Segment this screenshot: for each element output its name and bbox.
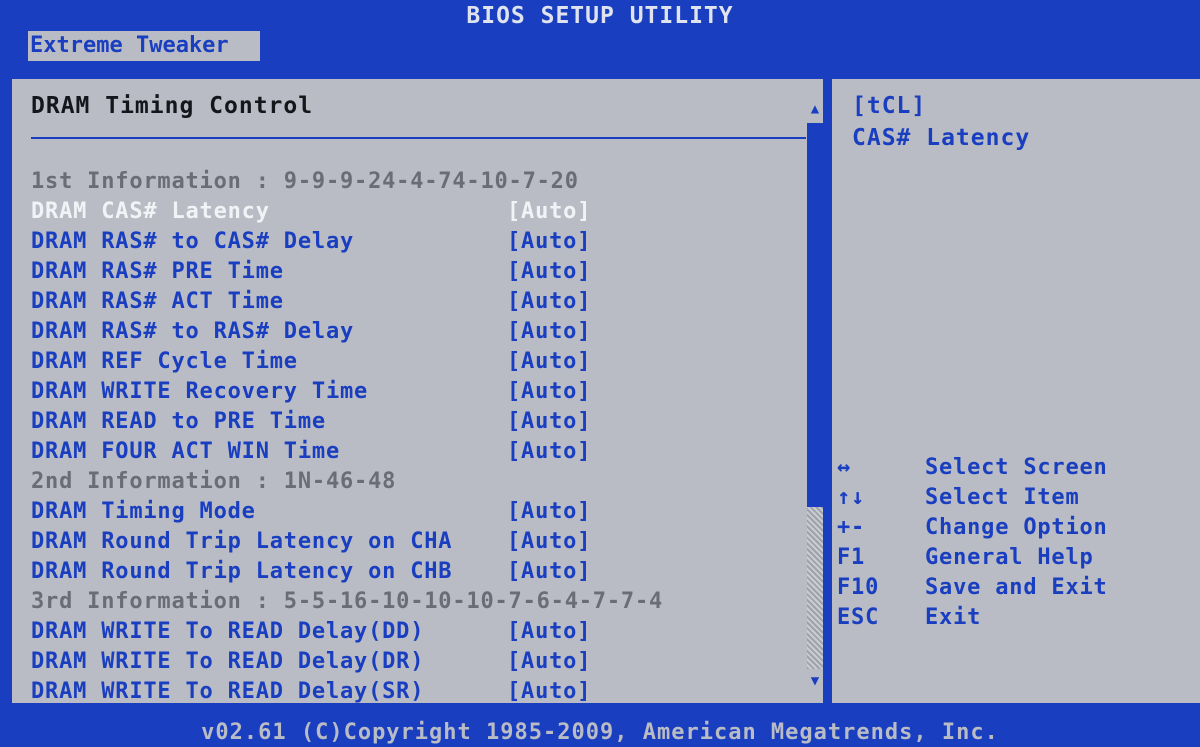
settings-panel: DRAM Timing Control 1st Information : 9-… — [10, 77, 825, 705]
setting-label: DRAM REF Cycle Time — [31, 349, 298, 374]
main-frame: DRAM Timing Control 1st Information : 9-… — [0, 61, 1200, 717]
setting-label: DRAM RAS# to RAS# Delay — [31, 319, 355, 344]
setting-label: DRAM CAS# Latency — [31, 199, 270, 224]
key-glyph: F10 — [837, 575, 880, 600]
page-title: DRAM Timing Control — [31, 93, 314, 119]
info-line: 3rd Information : 5-5-16-10-10-10-7-6-4-… — [31, 587, 801, 617]
setting-row[interactable]: DRAM WRITE Recovery Time [Auto] — [31, 377, 801, 407]
setting-label: DRAM Round Trip Latency on CHA — [31, 529, 453, 554]
setting-value[interactable]: [Auto] — [507, 377, 591, 407]
setting-value[interactable]: [Auto] — [507, 227, 591, 257]
setting-row-selected[interactable]: DRAM CAS# Latency [Auto] — [31, 197, 801, 227]
setting-row[interactable]: DRAM Round Trip Latency on CHA [Auto] — [31, 527, 801, 557]
key-legend-item: ↑↓ Select Item — [837, 483, 1197, 513]
setting-value[interactable]: [Auto] — [507, 437, 591, 467]
setting-row[interactable]: DRAM RAS# ACT Time [Auto] — [31, 287, 801, 317]
key-glyph: +- — [837, 515, 866, 540]
setting-row[interactable]: DRAM READ to PRE Time [Auto] — [31, 407, 801, 437]
setting-row[interactable]: DRAM REF Cycle Time [Auto] — [31, 347, 801, 377]
setting-value[interactable]: [Auto] — [507, 287, 591, 317]
key-description: General Help — [925, 545, 1094, 570]
info-line: 1st Information : 9-9-9-24-4-74-10-7-20 — [31, 167, 801, 197]
info-text: 3rd Information : 5-5-16-10-10-10-7-6-4-… — [31, 589, 664, 614]
key-description: Exit — [925, 605, 982, 630]
setting-value[interactable]: [Auto] — [507, 647, 591, 677]
scroll-down-icon[interactable]: ▼ — [807, 671, 823, 691]
info-line: 2nd Information : 1N-46-48 — [31, 467, 801, 497]
key-description: Change Option — [925, 515, 1108, 540]
help-panel: [tCL] CAS# Latency ↔ Select Screen ↑↓ Selec… — [830, 77, 1200, 705]
key-glyph: F1 — [837, 545, 866, 570]
key-legend-item: ESC Exit — [837, 603, 1197, 633]
setting-label: DRAM Timing Mode — [31, 499, 256, 524]
scroll-thumb[interactable] — [807, 123, 823, 507]
setting-label: DRAM FOUR ACT WIN Time — [31, 439, 340, 464]
key-glyph: ↔ — [837, 455, 852, 480]
menu-bar: Extreme Tweaker — [0, 31, 1200, 61]
key-description: Select Item — [925, 485, 1080, 510]
copyright-footer: v02.61 (C)Copyright 1985-2009, American … — [0, 717, 1200, 747]
tab-extreme-tweaker[interactable]: Extreme Tweaker — [28, 31, 260, 61]
setting-row[interactable]: DRAM Timing Mode [Auto] — [31, 497, 801, 527]
setting-value[interactable]: [Auto] — [507, 347, 591, 377]
info-text: 2nd Information : 1N-46-48 — [31, 469, 397, 494]
setting-label: DRAM READ to PRE Time — [31, 409, 326, 434]
scrollbar[interactable]: ▲ ▼ — [807, 99, 823, 689]
setting-label: DRAM WRITE To READ Delay(DR) — [31, 649, 425, 674]
app-title: BIOS SETUP UTILITY — [0, 0, 1200, 31]
key-legend-item: F1 General Help — [837, 543, 1197, 573]
help-item-description: CAS# Latency — [852, 125, 1031, 151]
setting-row[interactable]: DRAM WRITE To READ Delay(DR) [Auto] — [31, 647, 801, 677]
setting-value[interactable]: [Auto] — [507, 617, 591, 647]
key-legend-item: ↔ Select Screen — [837, 453, 1197, 483]
key-legend-item: F10 Save and Exit — [837, 573, 1197, 603]
setting-row[interactable]: DRAM Round Trip Latency on CHB [Auto] — [31, 557, 801, 587]
key-legend-item: +- Change Option — [837, 513, 1197, 543]
setting-value[interactable]: [Auto] — [507, 497, 591, 527]
setting-label: DRAM RAS# to CAS# Delay — [31, 229, 355, 254]
setting-row[interactable]: DRAM RAS# to RAS# Delay [Auto] — [31, 317, 801, 347]
help-item-key: [tCL] — [852, 93, 927, 119]
setting-value[interactable]: [Auto] — [507, 407, 591, 437]
setting-label: DRAM RAS# ACT Time — [31, 289, 284, 314]
setting-row[interactable]: DRAM RAS# PRE Time [Auto] — [31, 257, 801, 287]
setting-label: DRAM RAS# PRE Time — [31, 259, 284, 284]
setting-row[interactable]: DRAM FOUR ACT WIN Time [Auto] — [31, 437, 801, 467]
setting-label: DRAM Round Trip Latency on CHB — [31, 559, 453, 584]
setting-row[interactable]: DRAM WRITE To READ Delay(DD) [Auto] — [31, 617, 801, 647]
info-text: 1st Information : 9-9-9-24-4-74-10-7-20 — [31, 169, 579, 194]
key-description: Save and Exit — [925, 575, 1108, 600]
setting-value[interactable]: [Auto] — [507, 317, 591, 347]
setting-label: DRAM WRITE Recovery Time — [31, 379, 369, 404]
setting-value[interactable]: [Auto] — [507, 677, 591, 707]
key-glyph: ESC — [837, 605, 880, 630]
setting-value[interactable]: [Auto] — [507, 197, 591, 227]
key-description: Select Screen — [925, 455, 1108, 480]
key-glyph: ↑↓ — [837, 485, 866, 510]
title-divider — [31, 137, 806, 139]
setting-value[interactable]: [Auto] — [507, 527, 591, 557]
setting-label: DRAM WRITE To READ Delay(DD) — [31, 619, 425, 644]
setting-value[interactable]: [Auto] — [507, 557, 591, 587]
scroll-up-icon[interactable]: ▲ — [807, 99, 823, 119]
setting-value[interactable]: [Auto] — [507, 257, 591, 287]
setting-row[interactable]: DRAM WRITE To READ Delay(SR) [Auto] — [31, 677, 801, 707]
setting-label: DRAM WRITE To READ Delay(SR) — [31, 679, 425, 704]
setting-row[interactable]: DRAM RAS# to CAS# Delay [Auto] — [31, 227, 801, 257]
